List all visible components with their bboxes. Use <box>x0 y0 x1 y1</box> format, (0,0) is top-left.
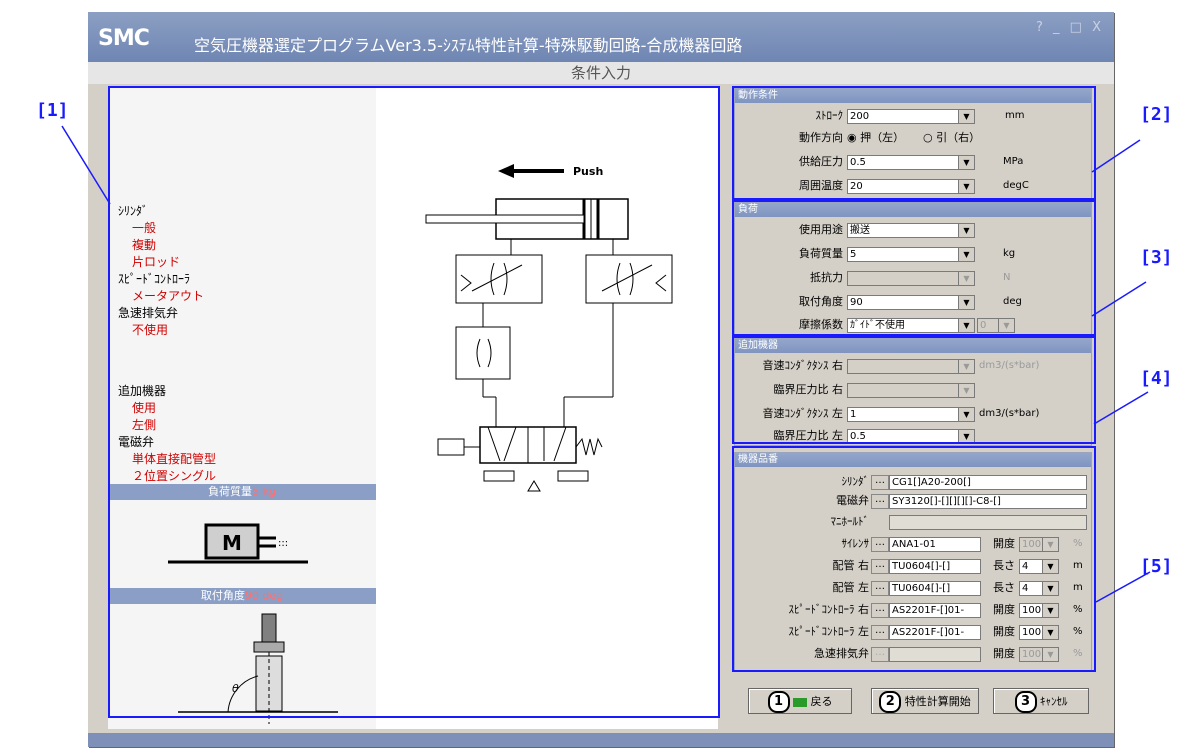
annotation-leaders <box>61 125 1151 603</box>
